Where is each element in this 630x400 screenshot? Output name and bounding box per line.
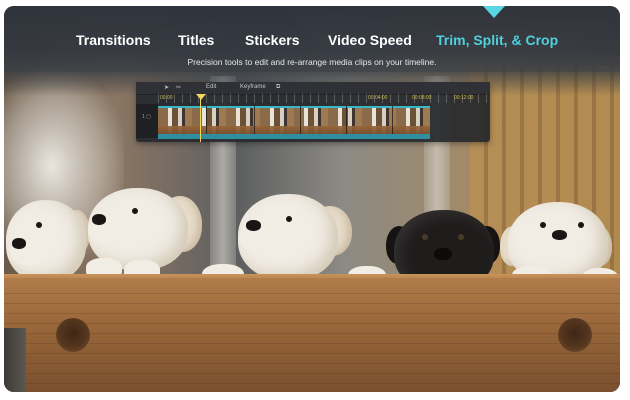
tab-stickers[interactable]: Stickers	[245, 32, 299, 48]
timeline-tool-edit[interactable]: Edit	[206, 84, 216, 90]
feature-showcase: Transitions Titles Stickers Video Speed …	[4, 6, 620, 392]
video-clip[interactable]	[158, 106, 430, 134]
ruler-label: 00:08:00	[412, 95, 432, 101]
clip-split-marker	[300, 106, 301, 134]
tab-titles[interactable]: Titles	[178, 32, 214, 48]
timeline-preview: ➤ ✂ Edit Keyframe ⧉ 00:00 00:04:00 00:08…	[136, 82, 490, 142]
feature-tabs-bar: Transitions Titles Stickers Video Speed …	[4, 6, 620, 72]
clip-split-marker	[254, 106, 255, 134]
tab-video-speed[interactable]: Video Speed	[328, 32, 412, 48]
fence-hole	[558, 318, 592, 352]
ruler-label: 00:12:00	[454, 95, 474, 101]
track-header: 1 ▢	[136, 104, 158, 138]
fence-grain	[4, 284, 620, 392]
active-tab-indicator-icon	[483, 6, 505, 18]
playhead-handle-icon[interactable]	[196, 94, 206, 100]
clip-split-marker	[206, 106, 207, 134]
fence-post	[4, 328, 26, 392]
tab-transitions[interactable]: Transitions	[76, 32, 151, 48]
crop-icon[interactable]: ⧉	[276, 84, 280, 91]
timeline-tool-keyframe[interactable]: Keyframe	[240, 84, 266, 90]
clip-split-marker	[392, 106, 393, 134]
feature-tabs: Transitions Titles Stickers Video Speed …	[4, 32, 620, 52]
ruler-label: 00:04:00	[368, 95, 388, 101]
timeline-ruler	[158, 94, 490, 103]
fence-hole	[56, 318, 90, 352]
track-label: 1 ▢	[142, 114, 151, 120]
tab-trim-split-crop[interactable]: Trim, Split, & Crop	[436, 32, 558, 48]
scissors-icon[interactable]: ✂	[176, 84, 181, 91]
feature-description: Precision tools to edit and re-arrange m…	[187, 57, 437, 67]
ruler-label: 00:00	[160, 95, 173, 101]
playhead[interactable]	[200, 94, 201, 142]
clip-audio-bar	[158, 134, 430, 139]
cursor-arrow-icon[interactable]: ➤	[164, 84, 169, 91]
clip-split-marker	[346, 106, 347, 134]
